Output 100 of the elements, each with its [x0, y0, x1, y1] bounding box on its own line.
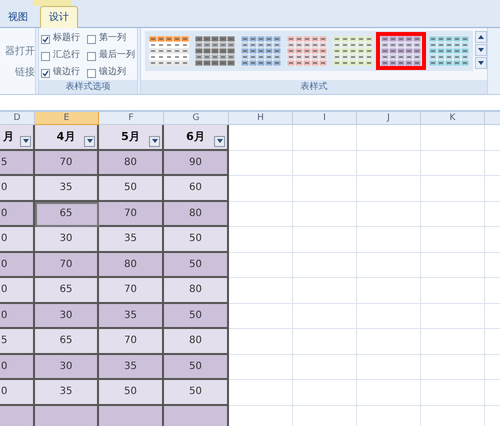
checkbox-label[interactable]: 汇总行 — [53, 49, 80, 63]
column-header[interactable]: I — [293, 112, 357, 125]
table-cell[interactable]: 65 — [35, 202, 99, 227]
grid-cell[interactable] — [293, 150, 357, 176]
table-cell[interactable] — [0, 406, 35, 426]
grid-cell[interactable] — [293, 329, 357, 354]
column-header[interactable]: H — [229, 112, 293, 125]
grid-cell[interactable] — [229, 354, 293, 380]
table-cell[interactable]: 0 — [0, 176, 35, 202]
table-cell[interactable]: 70 — [99, 329, 164, 354]
grid-cell[interactable] — [421, 304, 485, 329]
grid-cell[interactable] — [357, 227, 421, 252]
table-cell[interactable]: 0 — [0, 252, 35, 278]
table-cell[interactable]: 50 — [99, 380, 164, 406]
grid-cell[interactable] — [421, 125, 485, 150]
checkbox-label[interactable]: 最后一列 — [99, 49, 135, 63]
table-cell[interactable]: 0 — [0, 304, 35, 329]
grid-cell[interactable] — [229, 176, 293, 202]
column-header[interactable]: E — [35, 112, 99, 125]
table-cell[interactable] — [35, 406, 99, 426]
table-style-thumbnail[interactable] — [376, 32, 426, 70]
table-cell[interactable]: 50 — [99, 176, 164, 202]
checkbox[interactable] — [87, 34, 96, 44]
grid-cell[interactable] — [421, 176, 485, 202]
grid-cell[interactable] — [357, 304, 421, 329]
grid-cell[interactable] — [357, 176, 421, 202]
table-cell[interactable]: 0 — [0, 354, 35, 380]
grid-cell[interactable] — [229, 278, 293, 304]
column-header[interactable]: K — [421, 112, 485, 125]
table-cell[interactable]: 5 — [0, 329, 35, 354]
table-cell[interactable]: 80 — [99, 150, 164, 176]
table-cell[interactable]: 80 — [164, 329, 229, 354]
table-cell[interactable]: 50 — [164, 252, 229, 278]
grid-cell[interactable] — [293, 125, 357, 150]
grid-cell[interactable] — [357, 125, 421, 150]
table-cell[interactable]: 70 — [99, 278, 164, 304]
column-header[interactable]: D — [0, 112, 35, 125]
grid-cell[interactable] — [421, 252, 485, 278]
table-cell[interactable]: 70 — [99, 202, 164, 227]
grid-cell[interactable] — [357, 354, 421, 380]
ribbon-command[interactable]: 链接 — [15, 65, 35, 80]
table-cell[interactable]: 35 — [35, 176, 99, 202]
table-cell[interactable]: 0 — [0, 278, 35, 304]
grid-cell[interactable] — [229, 304, 293, 329]
table-cell[interactable]: 35 — [99, 304, 164, 329]
grid-cell[interactable] — [421, 150, 485, 176]
grid-cell[interactable] — [357, 252, 421, 278]
grid-cell[interactable] — [421, 380, 485, 406]
table-cell[interactable]: 90 — [164, 150, 229, 176]
checkbox-label[interactable]: 镶边行 — [53, 66, 80, 80]
table-cell[interactable]: 35 — [99, 227, 164, 252]
grid-cell[interactable] — [421, 227, 485, 252]
grid-cell[interactable] — [293, 304, 357, 329]
column-header[interactable]: G — [164, 112, 229, 125]
ribbon-command[interactable]: 器打开 — [5, 44, 35, 59]
table-cell[interactable]: 65 — [35, 329, 99, 354]
grid-cell[interactable] — [229, 252, 293, 278]
table-cell[interactable]: 0 — [0, 380, 35, 406]
ribbon-tab[interactable]: 设计 — [40, 6, 78, 28]
grid-cell[interactable] — [293, 278, 357, 304]
table-cell[interactable]: 50 — [164, 354, 229, 380]
scroll-up-button[interactable] — [475, 31, 487, 43]
grid-cell[interactable] — [293, 380, 357, 406]
table-cell[interactable]: 0 — [0, 227, 35, 252]
grid-cell[interactable] — [357, 278, 421, 304]
table-cell[interactable]: 5 — [0, 150, 35, 176]
column-header[interactable]: F — [99, 112, 164, 125]
table-cell[interactable]: 35 — [35, 380, 99, 406]
grid-cell[interactable] — [229, 329, 293, 354]
grid-cell[interactable] — [421, 354, 485, 380]
table-cell[interactable]: 50 — [164, 380, 229, 406]
grid-cell[interactable] — [293, 252, 357, 278]
checkbox-label[interactable]: 镶边列 — [99, 66, 126, 80]
table-cell[interactable]: 30 — [35, 354, 99, 380]
grid-cell[interactable] — [293, 176, 357, 202]
table-cell[interactable]: 30 — [35, 227, 99, 252]
checkbox[interactable] — [41, 68, 50, 78]
filter-dropdown-button[interactable] — [149, 136, 160, 146]
grid-cell[interactable] — [229, 150, 293, 176]
filter-dropdown-button[interactable] — [20, 136, 31, 146]
table-cell[interactable] — [99, 406, 164, 426]
grid-cell[interactable] — [293, 227, 357, 252]
table-cell[interactable]: 80 — [164, 202, 229, 227]
grid-cell[interactable] — [421, 329, 485, 354]
table-cell[interactable]: 35 — [99, 354, 164, 380]
checkbox[interactable] — [87, 68, 96, 78]
grid-cell[interactable] — [229, 380, 293, 406]
grid-cell[interactable] — [421, 278, 485, 304]
checkbox[interactable] — [41, 34, 50, 44]
table-cell[interactable]: 70 — [35, 150, 99, 176]
checkbox-label[interactable]: 第一列 — [99, 32, 126, 46]
table-cell[interactable]: 80 — [164, 278, 229, 304]
checkbox[interactable] — [41, 52, 50, 60]
grid-cell[interactable] — [229, 227, 293, 252]
grid-cell[interactable] — [293, 202, 357, 227]
checkbox[interactable] — [87, 52, 96, 60]
table-cell[interactable]: 50 — [164, 227, 229, 252]
table-cell[interactable]: 80 — [99, 252, 164, 278]
grid-cell[interactable] — [357, 150, 421, 176]
grid-cell[interactable] — [357, 329, 421, 354]
